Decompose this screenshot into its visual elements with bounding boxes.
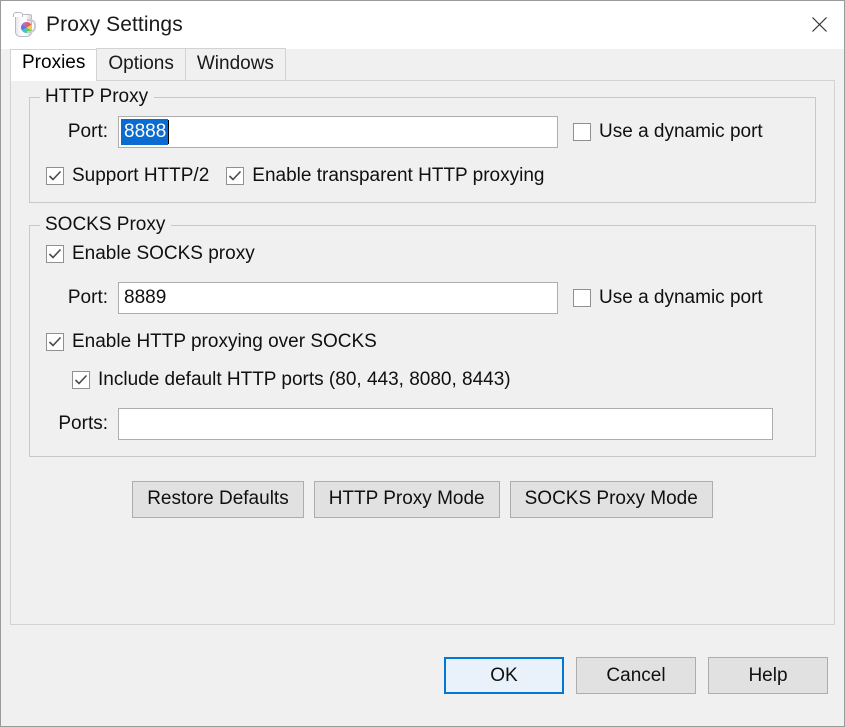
tab-options[interactable]: Options bbox=[96, 48, 186, 80]
checkmark-icon bbox=[226, 167, 245, 185]
enable-socks-label: Enable SOCKS proxy bbox=[72, 243, 255, 264]
enable-socks-row: Enable SOCKS proxy bbox=[46, 244, 799, 264]
restore-defaults-button[interactable]: Restore Defaults bbox=[132, 481, 304, 518]
http-proxy-group-title: HTTP Proxy bbox=[40, 86, 155, 108]
support-http2-checkbox[interactable]: Support HTTP/2 bbox=[46, 166, 209, 186]
socks-dynamic-port-checkbox[interactable]: Use a dynamic port bbox=[573, 288, 763, 308]
checkbox-unchecked-icon bbox=[573, 289, 591, 307]
socks-proxy-group-title: SOCKS Proxy bbox=[40, 214, 172, 236]
charles-jug-icon bbox=[11, 12, 37, 38]
cancel-button[interactable]: Cancel bbox=[576, 657, 696, 694]
dialog-button-bar: OK Cancel Help bbox=[1, 625, 844, 726]
socks-proxy-group: SOCKS Proxy Enable SOCKS proxy Port: Use… bbox=[29, 214, 816, 457]
close-button[interactable] bbox=[794, 1, 844, 48]
socks-port-row: Port: Use a dynamic port bbox=[46, 282, 799, 314]
include-default-ports-row: Include default HTTP ports (80, 443, 808… bbox=[46, 370, 799, 390]
checkmark-icon bbox=[46, 333, 64, 351]
close-icon bbox=[811, 17, 827, 32]
http-over-socks-row: Enable HTTP proxying over SOCKS bbox=[46, 332, 799, 352]
title-bar: Proxy Settings bbox=[1, 1, 844, 49]
include-default-ports-label: Include default HTTP ports (80, 443, 808… bbox=[98, 369, 511, 390]
proxy-mode-button-row: Restore Defaults HTTP Proxy Mode SOCKS P… bbox=[29, 481, 816, 518]
socks-ports-row: Ports: bbox=[46, 408, 799, 440]
http-port-input[interactable]: 8888 bbox=[118, 116, 558, 148]
http-over-socks-label: Enable HTTP proxying over SOCKS bbox=[72, 331, 377, 352]
socks-dynamic-port-label: Use a dynamic port bbox=[599, 287, 763, 308]
proxies-tab-panel: HTTP Proxy Port: 8888 Use a dynamic port bbox=[10, 80, 835, 625]
tab-windows-label: Windows bbox=[196, 53, 274, 74]
socks-ports-input[interactable] bbox=[118, 408, 773, 440]
checkmark-icon bbox=[46, 167, 64, 185]
support-http2-label: Support HTTP/2 bbox=[72, 165, 210, 186]
socks-port-input[interactable] bbox=[118, 282, 558, 314]
ok-button[interactable]: OK bbox=[444, 657, 564, 694]
tab-proxies[interactable]: Proxies bbox=[10, 49, 98, 81]
http-dynamic-port-label: Use a dynamic port bbox=[599, 121, 763, 142]
http-port-label: Port: bbox=[67, 121, 108, 142]
tab-options-label: Options bbox=[108, 53, 174, 74]
enable-socks-checkbox[interactable]: Enable SOCKS proxy bbox=[46, 244, 255, 264]
text-caret bbox=[168, 120, 170, 144]
socks-proxy-mode-button[interactable]: SOCKS Proxy Mode bbox=[509, 481, 713, 518]
checkmark-icon bbox=[72, 371, 90, 389]
checkbox-unchecked-icon bbox=[573, 123, 591, 141]
transparent-proxying-label: Enable transparent HTTP proxying bbox=[252, 165, 545, 186]
include-default-ports-checkbox[interactable]: Include default HTTP ports (80, 443, 808… bbox=[72, 370, 511, 390]
http-proxy-group: HTTP Proxy Port: 8888 Use a dynamic port bbox=[29, 86, 816, 203]
socks-ports-label: Ports: bbox=[58, 413, 108, 434]
tab-proxies-label: Proxies bbox=[22, 52, 86, 73]
transparent-proxying-checkbox[interactable]: Enable transparent HTTP proxying bbox=[226, 166, 544, 186]
proxy-settings-window: Proxy Settings Proxies Options Windows H… bbox=[0, 0, 845, 727]
socks-port-label: Port: bbox=[67, 287, 108, 308]
tab-windows[interactable]: Windows bbox=[184, 48, 286, 80]
http-options-row: Support HTTP/2 Enable transparent HTTP p… bbox=[46, 166, 799, 186]
http-port-row: Port: 8888 Use a dynamic port bbox=[46, 116, 799, 148]
http-port-value: 8888 bbox=[121, 119, 169, 145]
window-title: Proxy Settings bbox=[46, 13, 183, 36]
tab-strip: Proxies Options Windows bbox=[10, 48, 835, 81]
help-button[interactable]: Help bbox=[708, 657, 828, 694]
http-dynamic-port-checkbox[interactable]: Use a dynamic port bbox=[573, 122, 763, 142]
http-proxy-mode-button[interactable]: HTTP Proxy Mode bbox=[313, 481, 500, 518]
checkmark-icon bbox=[46, 245, 64, 263]
http-over-socks-checkbox[interactable]: Enable HTTP proxying over SOCKS bbox=[46, 332, 377, 352]
